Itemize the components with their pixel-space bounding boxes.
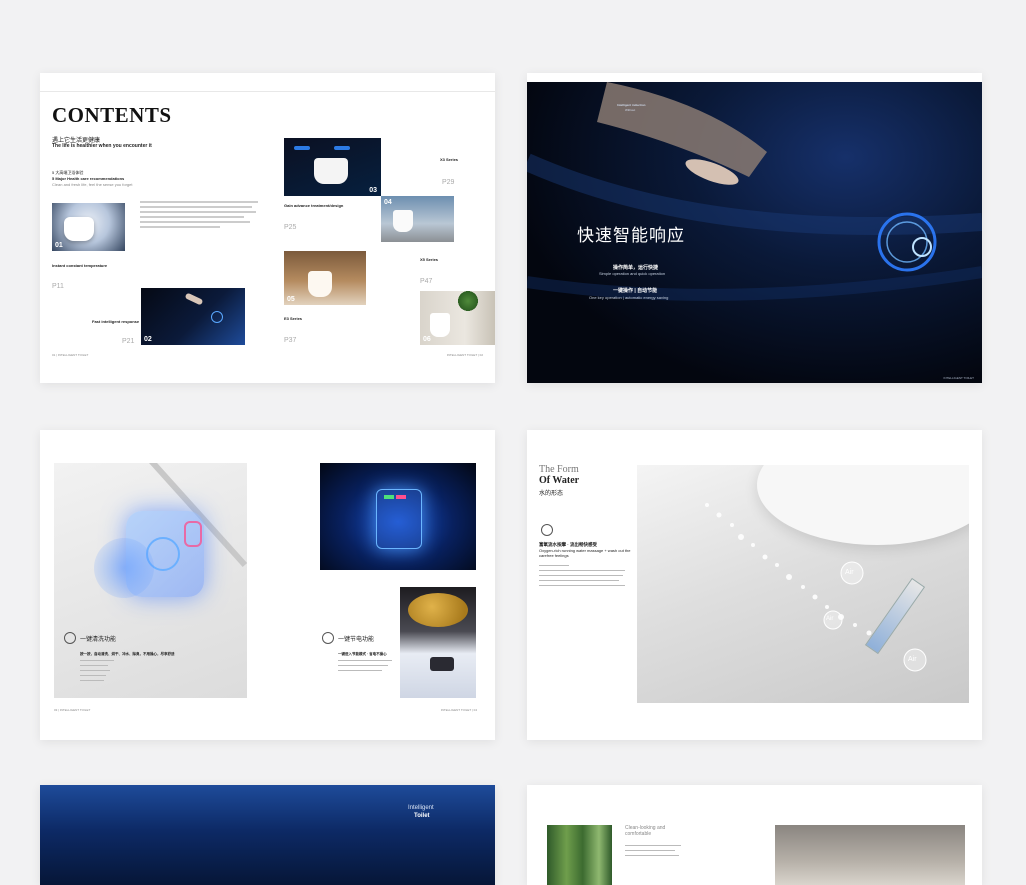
item-number: 05 [287,296,295,303]
water-droplets [705,503,927,672]
response-title: 快速智能响应 [577,226,685,246]
energy-saving-image [320,463,476,570]
hero-kicker: Intelligent induction [617,103,646,107]
right-feature-title: 一键节电功能 [338,637,375,643]
cover-title-line1: Intelligent [408,805,434,811]
footer-right: INTELLIGENT TOILET | 04 [440,708,477,712]
contents-spread: CONTENTS 遇上它生活更健康 The life is healthier … [40,73,495,383]
power-saving-icon [322,632,334,644]
air-bubble-label: Air [845,569,854,576]
intro-line: Clean and fresh life, feel the sense you… [52,182,133,187]
greenery-image [547,825,612,885]
section-title: X5 Series [420,257,439,262]
air-bubble-label: Air [908,656,917,663]
page-ref[interactable]: P47 [420,278,432,285]
product-image-02: 02 [141,288,245,345]
footer-left: 03 | INTELLIGENT TOILET [54,708,91,712]
response-spread: Intelligent induction Without 快速智能响应 操作简… [527,73,982,383]
features-spread: 一键清洗功能 按一按，自动清洗、烘干、冲水、除臭，不用操心，尽享舒适 一键节电功… [40,430,495,740]
section-title: X3 Series [440,157,459,162]
cover-title-line2: Toilet [414,813,430,819]
water-spread: The Form Of Water 水的形态 富氧流水按摩 · 流出畅快感受 O… [527,430,982,740]
product-image-04: 04 [381,196,454,242]
response-footer: INTELLIGENT TOILET [943,376,974,380]
contents-title: CONTENTS [52,103,172,127]
page-ref[interactable]: P11 [52,283,64,290]
response-line1-cn: 操作简单，运行快捷 [613,265,659,271]
air-bubble-label: Air [826,616,834,622]
item-number: 02 [144,336,152,343]
left-feature-list [80,660,120,685]
bathroom-image [775,825,965,885]
clean-function-icon [64,632,76,644]
product-image-01: 01 [52,203,125,251]
cover-spread: Intelligent Toilet [40,785,495,885]
top-rule [40,91,495,92]
product-image-05: 05 [284,251,366,305]
page-ref[interactable]: P25 [284,224,296,231]
page-ref[interactable]: P37 [284,337,296,344]
contents-subtitle-en: The life is healthier when you encounter… [52,143,152,149]
last-paragraph [625,845,685,860]
product-image-06: 06 [420,291,495,345]
section-title: E3 Series [284,316,303,321]
intro-line: 5 大高端卫浴体验 [52,170,84,175]
response-line1-en: Simple operation and quick operation [599,271,666,276]
section-title: Fast intelligent response [92,319,140,324]
water-spray-image: Air Air Air [637,465,969,703]
item-number: 01 [55,242,63,249]
water-paragraph [539,565,629,590]
footer-right: INTELLIGENT TOILET | 02 [446,353,483,357]
footer-left: 01 | INTELLIGENT TOILET [52,353,89,357]
item-number: 06 [423,336,431,343]
hero-kicker-2: Without [625,108,636,112]
intro-line: 5 Major Health care recommendations [52,176,125,181]
page-ref[interactable]: P29 [442,179,454,186]
left-feature-subtitle: 按一按，自动清洗、烘干、冲水、除臭，不用操心，尽享舒适 [80,652,175,656]
section-title: Gain advance treatment/design [284,203,344,208]
cover-background [40,785,495,885]
water-title-line2: Of Water [539,475,580,486]
item-number: 04 [384,199,392,206]
section-title: Instant constant temperature [52,263,108,268]
response-line2-cn: 一键操作 | 自动节能 [613,288,658,294]
water-title-cn: 水的形态 [539,491,564,497]
item-number: 03 [369,187,377,194]
water-drop-icon [541,524,553,536]
intro-paragraph [140,201,260,231]
last-title-line2: comfortable [625,831,652,837]
page-ref[interactable]: P21 [122,338,134,345]
left-feature-title: 一键清洗功能 [80,637,117,643]
water-feature-en: Oxygen-rich running water massage + wash… [539,548,631,558]
response-line2-en: One key operation | automatic energy sav… [589,295,669,300]
product-image-03: 03 [284,138,381,196]
right-feature-subtitle: 一键进入节能模式 · 省电不操心 [338,652,387,656]
right-feature-text [338,660,393,675]
water-title-line1: The Form [539,464,579,475]
last-spread: Clean-looking and comfortable [527,785,982,885]
toilet-closeup-image [400,587,476,698]
